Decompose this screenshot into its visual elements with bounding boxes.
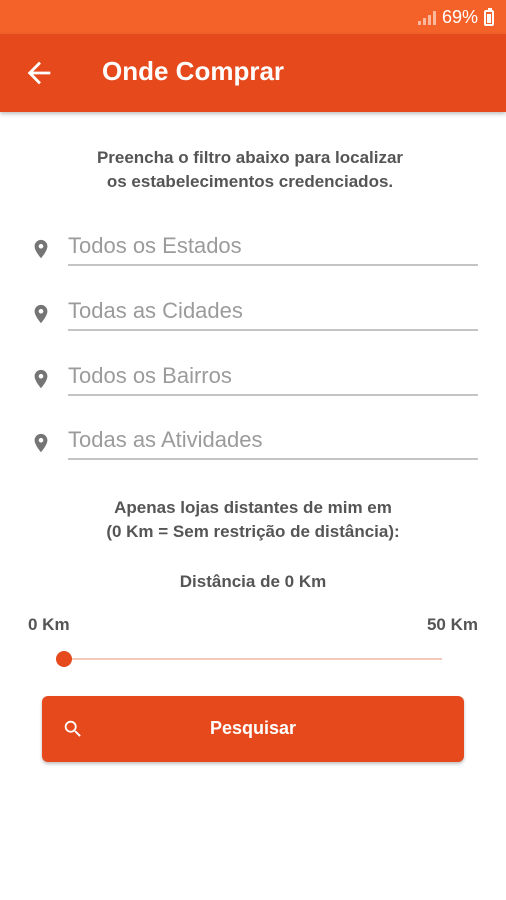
intro-line-1: Preencha o filtro abaixo para localizar — [96, 148, 404, 167]
slider-track — [56, 658, 442, 660]
location-pin-icon — [30, 236, 52, 262]
back-arrow-icon[interactable] — [22, 56, 56, 90]
intro-text: Preencha o filtro abaixo para localizar … — [0, 146, 500, 194]
state-input[interactable] — [68, 228, 478, 264]
activity-filter — [28, 422, 480, 464]
distance-max-label: 50 Km — [426, 615, 478, 634]
location-pin-icon — [30, 430, 52, 456]
city-underline — [68, 329, 478, 331]
distance-current-label: Distância de 0 Km — [179, 572, 327, 591]
status-bar: 69% — [0, 0, 506, 34]
city-filter — [28, 293, 480, 335]
neighborhood-input[interactable] — [68, 358, 478, 394]
city-input[interactable] — [68, 293, 478, 329]
location-pin-icon — [30, 366, 52, 392]
battery-icon — [484, 7, 494, 26]
search-button[interactable]: Pesquisar — [42, 696, 464, 762]
page-title: Onde Comprar — [102, 56, 285, 86]
signal-icon — [417, 10, 436, 25]
distance-info: Apenas lojas distantes de mim em (0 Km =… — [0, 496, 506, 544]
search-button-label: Pesquisar — [209, 718, 297, 738]
state-filter — [28, 228, 480, 270]
slider-thumb[interactable] — [56, 651, 72, 667]
battery-percentage: 69% — [441, 7, 478, 27]
activity-input[interactable] — [68, 422, 478, 458]
state-underline — [68, 264, 478, 266]
neighborhood-underline — [68, 394, 478, 396]
distance-slider[interactable] — [56, 648, 442, 670]
activity-underline — [68, 458, 478, 460]
status-indicators: 69% — [417, 7, 494, 28]
distance-info-line-2: (0 Km = Sem restrição de distância): — [106, 522, 400, 541]
distance-min-label: 0 Km — [28, 615, 70, 634]
location-pin-icon — [30, 301, 52, 327]
app-bar: Onde Comprar — [0, 34, 506, 112]
distance-info-line-1: Apenas lojas distantes de mim em — [114, 498, 392, 517]
neighborhood-filter — [28, 358, 480, 400]
intro-line-2: os estabelecimentos credenciados. — [106, 172, 394, 191]
